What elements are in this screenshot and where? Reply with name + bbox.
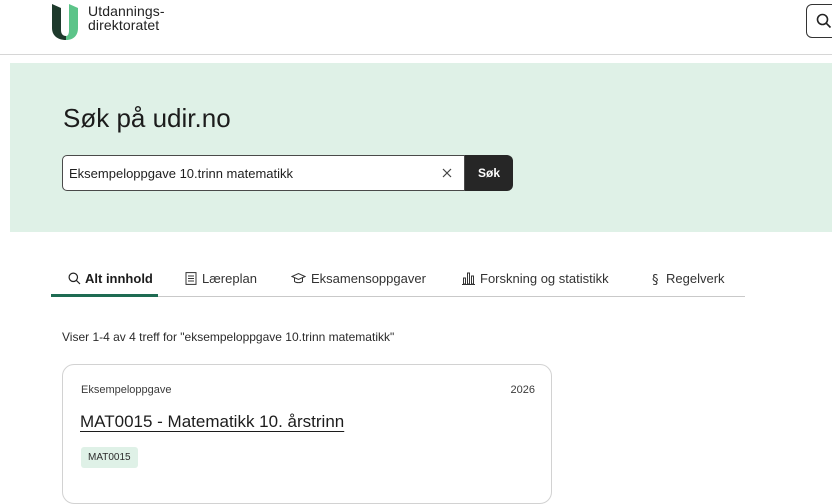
tab-forskning-og-statistikk[interactable]: Forskning og statistikk (462, 263, 609, 295)
bar-chart-icon (462, 272, 475, 285)
logo-line1: Utdannings- (88, 3, 165, 19)
search-submit-button[interactable]: Søk (465, 155, 513, 191)
tab-regelverk[interactable]: § Regelverk (651, 263, 725, 295)
clear-search-button[interactable] (438, 164, 456, 182)
result-filter-tabs: Alt innhold Læreplan Eksamensoppgaver Fo… (51, 263, 745, 297)
header-search-button[interactable] (806, 4, 832, 38)
paragraph-icon: § (652, 273, 659, 286)
graduation-cap-icon (291, 272, 306, 284)
udir-logo[interactable]: Utdannings- direktoratet (50, 4, 165, 40)
logo-line2: direktoratet (88, 17, 160, 33)
tab-label: Eksamensoppgaver (311, 271, 426, 286)
tab-label: Alt innhold (85, 271, 153, 286)
tab-laereplan[interactable]: Læreplan (185, 263, 257, 295)
logo-text: Utdannings- direktoratet (88, 4, 165, 32)
page-title: Søk på udir.no (63, 103, 231, 133)
result-year: 2026 (510, 384, 535, 396)
logo-mark-icon (52, 4, 78, 40)
tab-label: Forskning og statistikk (480, 271, 609, 286)
document-icon (185, 272, 197, 285)
site-header: Utdannings- direktoratet (0, 0, 832, 55)
tab-alt-innhold[interactable]: Alt innhold (51, 263, 158, 297)
search-hero: Søk på udir.no Søk (10, 63, 832, 232)
search-input[interactable] (69, 156, 429, 190)
result-card[interactable]: Eksempeloppgave 2026 MAT0015 - Matematik… (62, 364, 552, 504)
tab-label: Læreplan (202, 271, 257, 286)
search-icon (68, 272, 81, 285)
tab-label: Regelverk (666, 271, 725, 286)
close-icon (442, 168, 452, 178)
results-count: Viser 1-4 av 4 treff for "eksempeloppgav… (62, 330, 395, 344)
svg-text:§: § (652, 273, 659, 286)
result-type: Eksempeloppgave (81, 384, 172, 396)
tab-eksamensoppgaver[interactable]: Eksamensoppgaver (291, 263, 426, 295)
result-tag: MAT0015 (81, 447, 138, 468)
search-icon (816, 13, 832, 29)
search-field (62, 155, 465, 191)
result-title-link[interactable]: MAT0015 - Matematikk 10. årstrinn (80, 412, 344, 432)
